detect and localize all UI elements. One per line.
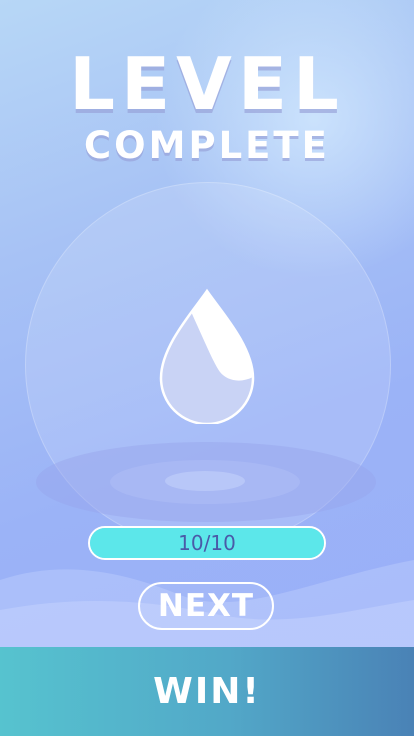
next-button[interactable]: NEXT xyxy=(138,582,274,630)
level-complete-screen: LEVEL COMPLETE 10/10 NEXT WIN! xyxy=(0,0,414,736)
title-complete: COMPLETE xyxy=(84,124,330,167)
ripple-inner xyxy=(165,471,245,491)
progress-label: 10/10 xyxy=(178,531,236,555)
win-banner[interactable]: WIN! xyxy=(0,647,414,736)
title-level: LEVEL xyxy=(69,42,345,126)
level-progress-bar: 10/10 xyxy=(88,526,326,560)
water-drop-icon xyxy=(159,288,255,424)
